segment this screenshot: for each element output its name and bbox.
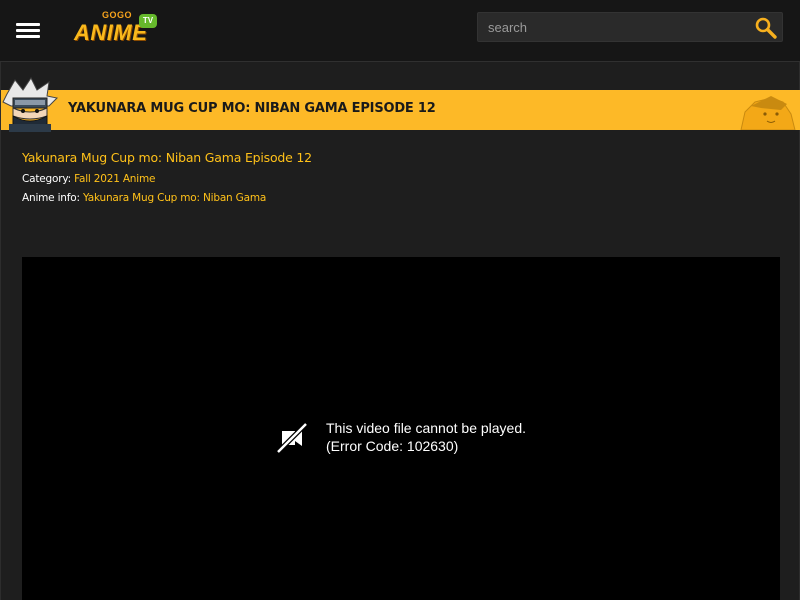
top-header: GOGO ANIME TV bbox=[0, 0, 800, 62]
error-line-1: This video file cannot be played. bbox=[326, 420, 527, 436]
logo-main-text: ANIME bbox=[74, 20, 148, 45]
video-error-message: This video file cannot be played. (Error… bbox=[326, 419, 526, 455]
logo-badge: TV bbox=[139, 14, 157, 28]
mascot-character-image bbox=[2, 77, 59, 132]
banner-character-image bbox=[721, 90, 800, 130]
anime-info-label: Anime info: bbox=[22, 192, 80, 204]
search-box bbox=[477, 12, 783, 42]
search-icon bbox=[755, 17, 777, 39]
episode-banner: YAKUNARA MUG CUP MO: NIBAN GAMA EPISODE … bbox=[1, 90, 800, 130]
banner-title: YAKUNARA MUG CUP MO: NIBAN GAMA EPISODE … bbox=[68, 101, 436, 116]
category-link[interactable]: Fall 2021 Anime bbox=[74, 173, 155, 185]
menu-icon-bar bbox=[16, 29, 40, 32]
video-error-icon bbox=[276, 422, 308, 454]
anime-info-row: Anime info: Yakunara Mug Cup mo: Niban G… bbox=[22, 192, 266, 204]
menu-icon bbox=[16, 23, 40, 26]
video-player[interactable]: This video file cannot be played. (Error… bbox=[22, 257, 780, 600]
menu-icon-bar bbox=[16, 35, 40, 38]
menu-toggle-button[interactable] bbox=[14, 20, 42, 42]
logo-top-text: GOGO bbox=[102, 10, 133, 20]
category-label: Category: bbox=[22, 173, 71, 185]
anime-info-link[interactable]: Yakunara Mug Cup mo: Niban Gama bbox=[83, 192, 266, 204]
category-row: Category: Fall 2021 Anime bbox=[22, 173, 155, 185]
main-content: YAKUNARA MUG CUP MO: NIBAN GAMA EPISODE … bbox=[0, 62, 800, 600]
site-logo[interactable]: GOGO ANIME TV bbox=[72, 10, 162, 50]
search-input[interactable] bbox=[478, 13, 748, 41]
search-button[interactable] bbox=[754, 16, 778, 40]
error-line-2: (Error Code: 102630) bbox=[326, 438, 459, 454]
episode-title-link[interactable]: Yakunara Mug Cup mo: Niban Gama Episode … bbox=[22, 150, 312, 165]
